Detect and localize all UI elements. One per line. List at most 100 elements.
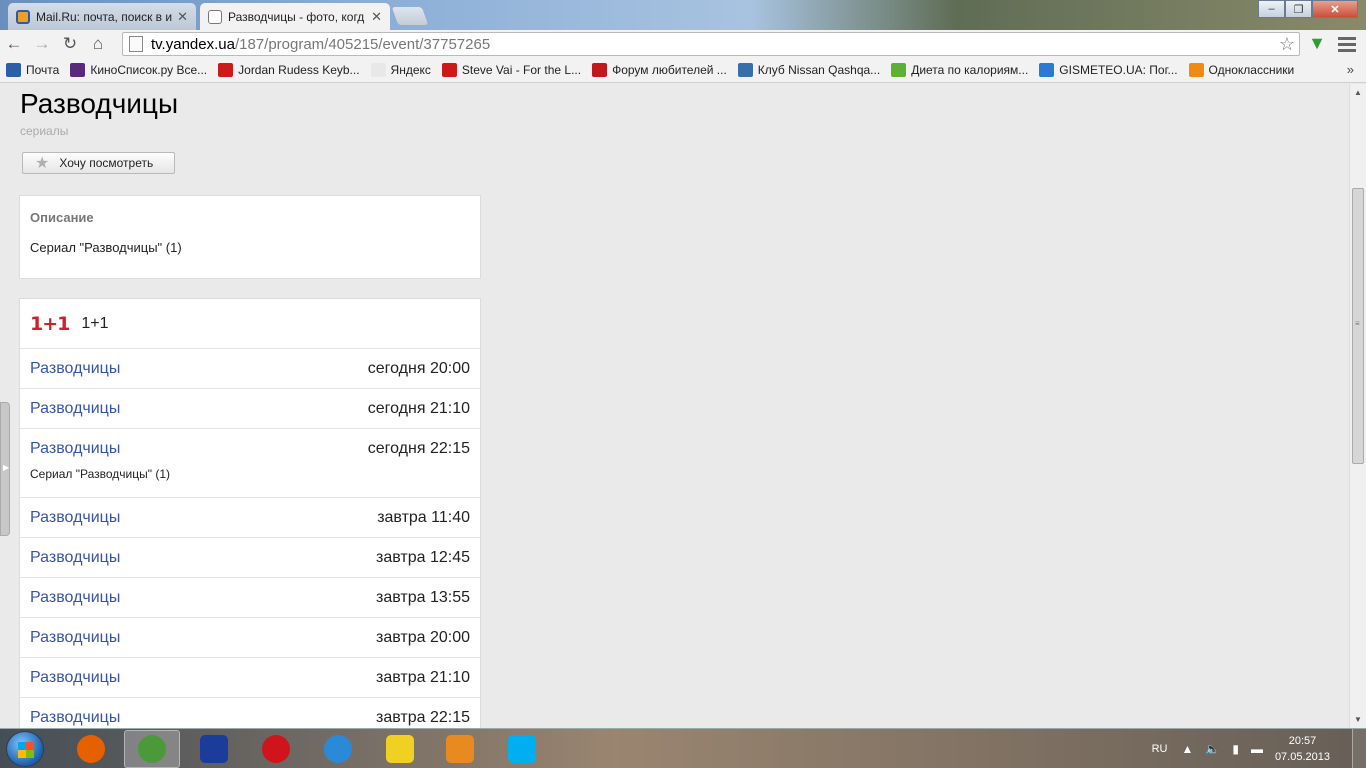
schedule-row-main: Разводчицы сегодня 22:15 [30, 429, 470, 468]
taskbar-app[interactable] [124, 730, 180, 768]
bookmark-item[interactable]: Клуб Nissan Qashqa... [737, 63, 880, 77]
bookmark-favicon-icon [370, 63, 386, 77]
bookmark-item[interactable]: Форум любителей ... [592, 63, 727, 77]
tab-close-icon[interactable]: ✕ [371, 9, 382, 25]
channel-header[interactable]: 1+1 1+1 [20, 299, 480, 349]
schedule-row: Разводчицы завтра 20:00 [20, 618, 480, 658]
bookmark-label: Jordan Rudess Keyb... [238, 63, 360, 77]
schedule-row-main: Разводчицы завтра 11:40 [30, 498, 470, 537]
program-link[interactable]: Разводчицы [30, 509, 120, 527]
home-icon[interactable]: ⌂ [84, 31, 112, 57]
taskbar-app[interactable] [248, 730, 304, 768]
bookmark-item[interactable]: Яндекс [370, 63, 431, 77]
maximize-button[interactable]: ❐ [1285, 0, 1312, 18]
program-link[interactable]: Разводчицы [30, 709, 120, 727]
program-link[interactable]: Разводчицы [30, 400, 120, 418]
air-time: завтра 13:55 [376, 588, 470, 606]
back-arrow-icon[interactable]: ← [0, 31, 28, 57]
air-time: завтра 11:40 [377, 508, 470, 526]
internet-explorer-icon [324, 735, 352, 763]
program-link[interactable]: Разводчицы [30, 589, 120, 607]
bookmark-label: Steve Vai - For the L... [461, 63, 582, 77]
bookmark-favicon-icon [592, 63, 608, 77]
taskbar-app[interactable] [310, 730, 366, 768]
bookmark-item[interactable]: Одноклассники [1188, 63, 1295, 77]
schedule-row-main: Разводчицы завтра 22:15 [30, 698, 470, 728]
minimize-button[interactable]: – [1258, 0, 1285, 18]
bookmark-label: Форум любителей ... [612, 63, 727, 77]
url-path: /187/program/405215/event/37757265 [234, 35, 491, 53]
bookmarks-more-icon[interactable]: » [1347, 62, 1354, 77]
tab-razvodchitsy[interactable]: Разводчицы - фото, когд ✕ [200, 3, 390, 30]
tab-mail-ru[interactable]: Mail.Ru: почта, поиск в и ✕ [8, 3, 196, 30]
air-time: завтра 20:00 [376, 628, 470, 646]
bookmark-favicon-icon [891, 63, 907, 77]
language-indicator[interactable]: RU [1152, 743, 1168, 755]
taskbar-app[interactable] [372, 730, 428, 768]
batman-icon [386, 735, 414, 763]
system-tray: RU ▲ 🔈 ▮ ▬ 20:57 07.05.2013 [1152, 729, 1366, 768]
schedule-row: Разводчицы завтра 12:45 [20, 538, 480, 578]
menu-icon[interactable] [1336, 34, 1358, 54]
program-link[interactable]: Разводчицы [30, 669, 120, 687]
bookmark-item[interactable]: Почта [6, 63, 59, 77]
schedule-row: Разводчицы сегодня 22:15 Сериал "Разводчиц… [20, 429, 480, 498]
air-time: сегодня 20:00 [367, 359, 470, 377]
bookmark-favicon-icon [218, 63, 234, 77]
schedule-row-main: Разводчицы сегодня 20:00 [30, 349, 470, 388]
browser-toolbar: ← → ↻ ⌂ tv.yandex.ua/187/program/405215/… [0, 30, 1366, 58]
network-signal-icon[interactable]: ▮ [1232, 742, 1239, 756]
scroll-down-icon[interactable]: ▼ [1354, 715, 1362, 724]
close-window-button[interactable]: ✕ [1312, 0, 1358, 18]
bookmark-item[interactable]: Диета по калориям... [891, 63, 1028, 77]
taskbar-app[interactable] [432, 730, 488, 768]
bookmark-label: КиноСписок.ру Все... [90, 63, 208, 77]
power-icon[interactable]: ▬ [1251, 742, 1263, 756]
tray-expand-icon[interactable]: ▲ [1181, 742, 1193, 756]
show-desktop-button[interactable] [1352, 729, 1366, 768]
page-scrollbar[interactable]: ▲ ≡ ▼ [1349, 84, 1366, 728]
page-icon [129, 36, 143, 52]
bookmark-label: Яндекс [390, 63, 431, 77]
opera-icon [262, 735, 290, 763]
scroll-up-icon[interactable]: ▲ [1354, 88, 1362, 97]
program-link[interactable]: Разводчицы [30, 440, 120, 458]
bookmark-item[interactable]: Steve Vai - For the L... [441, 63, 582, 77]
schedule-row: Разводчицы завтра 11:40 [20, 498, 480, 538]
schedule-row: Разводчицы сегодня 20:00 [20, 349, 480, 389]
bookmark-label: Одноклассники [1208, 63, 1295, 77]
program-link[interactable]: Разводчицы [30, 629, 120, 647]
taskbar-app[interactable] [186, 730, 242, 768]
clock-time: 20:57 [1288, 735, 1317, 747]
new-tab-button[interactable] [391, 7, 429, 25]
scroll-thumb[interactable]: ≡ [1352, 188, 1364, 464]
program-link[interactable]: Разводчицы [30, 549, 120, 567]
volume-icon[interactable]: 🔈 [1205, 742, 1220, 756]
forward-arrow-icon[interactable]: → [28, 31, 56, 57]
download-extension-icon[interactable]: ▼ [1306, 33, 1328, 55]
start-button[interactable] [6, 731, 44, 767]
bookmark-star-icon[interactable]: ☆ [1279, 34, 1295, 55]
bookmark-item[interactable]: Jordan Rudess Keyb... [218, 63, 360, 77]
address-bar[interactable]: tv.yandex.ua/187/program/405215/event/37… [122, 32, 1300, 56]
taskbar-app[interactable] [494, 730, 550, 768]
bookmark-favicon-icon [441, 63, 457, 77]
schedule-row: Разводчицы завтра 21:10 [20, 658, 480, 698]
schedule-row-main: Разводчицы завтра 21:10 [30, 658, 470, 697]
bookmark-item[interactable]: GISMETEO.UA: Пог... [1039, 63, 1178, 77]
reload-icon[interactable]: ↻ [56, 31, 84, 57]
want-to-watch-button[interactable]: ★ Хочу посмотреть [22, 152, 175, 174]
page-content: Разводчицы сериалы ★ Хочу посмотреть Опи… [0, 84, 1349, 728]
windows-taskbar: RU ▲ 🔈 ▮ ▬ 20:57 07.05.2013 [0, 728, 1366, 768]
system-clock[interactable]: 20:57 07.05.2013 [1275, 733, 1330, 765]
tab-close-icon[interactable]: ✕ [177, 9, 188, 25]
program-link[interactable]: Разводчицы [30, 360, 120, 378]
side-panel-handle[interactable]: ▶ [0, 402, 10, 536]
air-time: сегодня 22:15 [367, 439, 470, 457]
bookmark-item[interactable]: КиноСписок.ру Все... [70, 63, 207, 77]
schedule-card: 1+1 1+1 Разводчицы сегодня 20:00 Разводчиц… [19, 298, 481, 728]
taskbar-app[interactable] [63, 730, 119, 768]
url-host: tv.yandex.ua [151, 35, 235, 53]
bookmark-favicon-icon [70, 63, 86, 77]
genre-link[interactable]: сериалы [20, 124, 68, 138]
